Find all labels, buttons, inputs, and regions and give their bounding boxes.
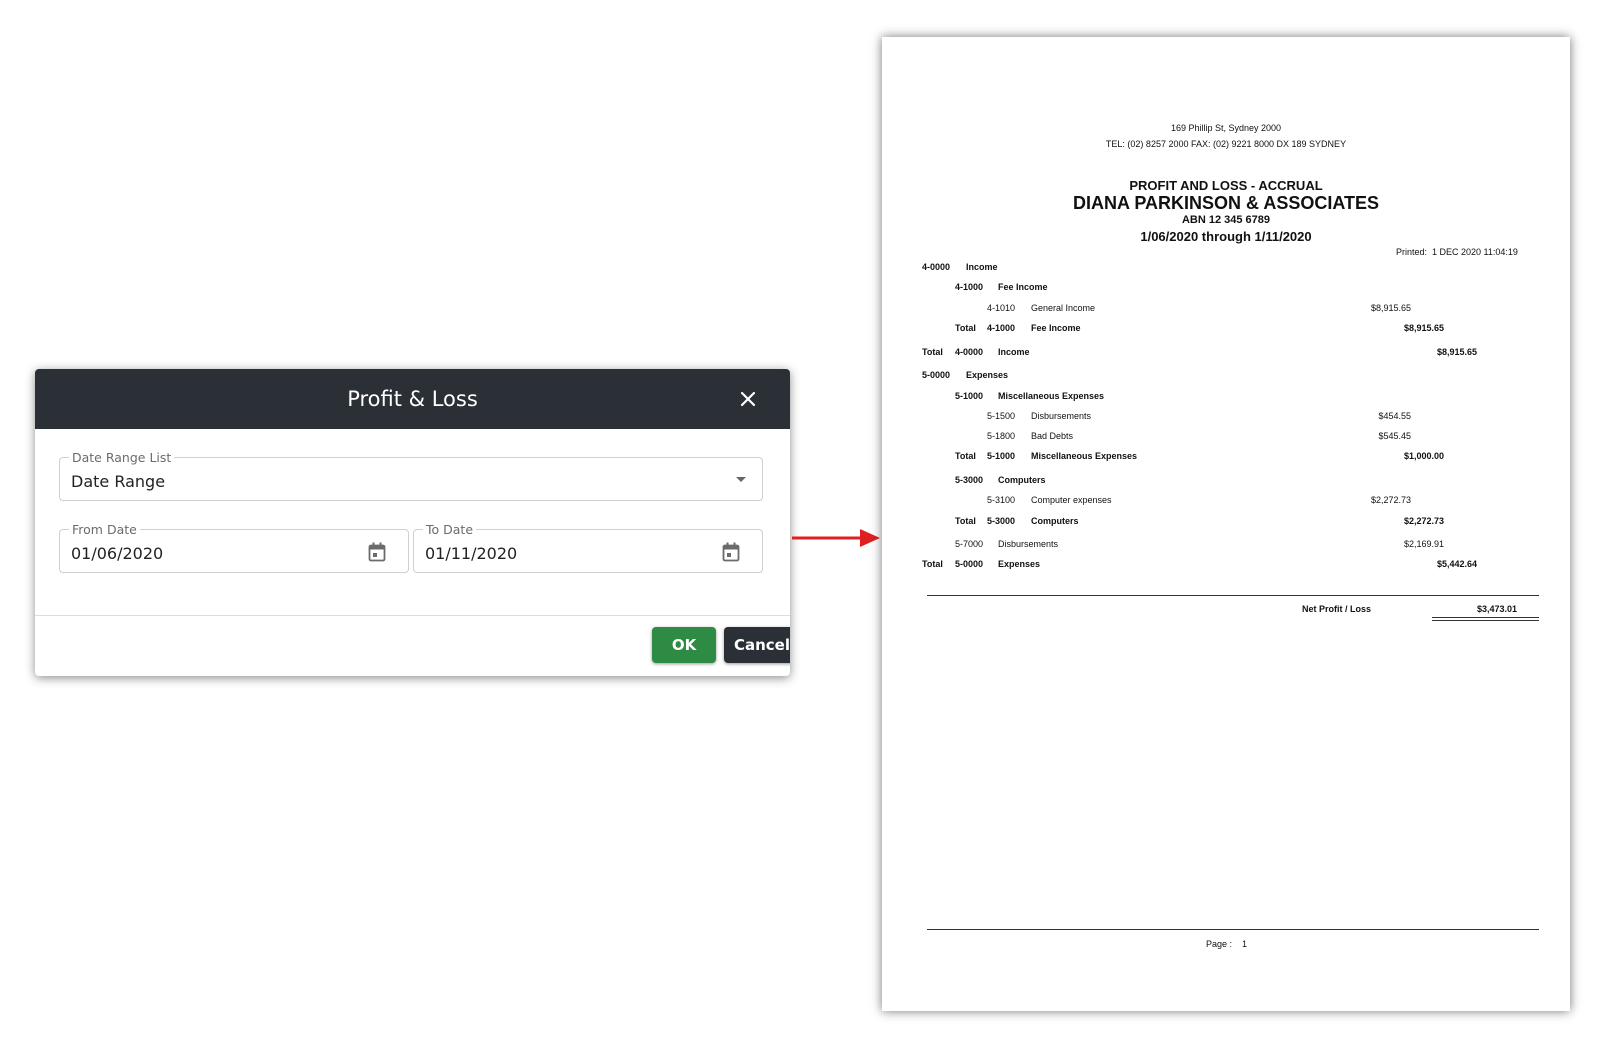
row-amount: $2,272.73 bbox=[1403, 516, 1444, 526]
row-account-code: 4-0000 bbox=[955, 347, 984, 357]
row-amount: $2,272.73 bbox=[1370, 495, 1411, 505]
company-name: DIANA PARKINSON & ASSOCIATES bbox=[1072, 193, 1380, 213]
row-amount: $8,915.65 bbox=[1436, 347, 1477, 357]
row-account-name: Computer expenses bbox=[1031, 495, 1112, 505]
company-abn: ABN 12 345 6789 bbox=[1181, 214, 1271, 226]
row-account-name: Income bbox=[966, 262, 998, 272]
to-date-field[interactable]: To Date 01/11/2020 bbox=[413, 522, 763, 573]
row-account-code: 5-0000 bbox=[955, 559, 984, 569]
row-amount: $2,169.91 bbox=[1403, 539, 1444, 549]
net-profit-value: $3,473.01 bbox=[1476, 604, 1517, 614]
date-range-list-select[interactable]: Date Range List Date Range bbox=[59, 450, 763, 501]
report-address: 169 Phillip St, Sydney 2000 bbox=[1170, 123, 1282, 133]
report-period: 1/06/2020 through 1/11/2020 bbox=[1140, 229, 1312, 244]
row-amount: $454.55 bbox=[1378, 411, 1411, 421]
dialog-divider bbox=[35, 615, 790, 616]
to-date-label: To Date bbox=[423, 522, 477, 537]
row-account-code: 5-3100 bbox=[987, 495, 1016, 505]
row-account-code: 4-1000 bbox=[955, 282, 984, 292]
row-amount: $5,442.64 bbox=[1436, 559, 1477, 569]
row-amount: $1,000.00 bbox=[1403, 451, 1444, 461]
double-underline-bottom bbox=[1432, 620, 1539, 621]
row-account-name: Fee Income bbox=[1031, 323, 1081, 333]
row-amount: $545.45 bbox=[1378, 431, 1411, 441]
printed-label: Printed: bbox=[1396, 247, 1428, 257]
from-date-label: From Date bbox=[69, 522, 140, 537]
row-account-name: Computers bbox=[1031, 516, 1079, 526]
page-label: Page : bbox=[1206, 939, 1233, 949]
dialog-title: Profit & Loss bbox=[347, 387, 478, 411]
profit-loss-dialog: Profit & Loss Date Range List Date Range… bbox=[35, 369, 790, 676]
row-account-name: Computers bbox=[998, 475, 1046, 485]
from-date-value[interactable]: 01/06/2020 bbox=[71, 544, 163, 563]
row-account-name: Expenses bbox=[966, 370, 1009, 380]
row-account-name: Disbursements bbox=[1031, 411, 1092, 421]
cancel-button[interactable]: Cancel bbox=[724, 627, 790, 663]
row-account-name: Disbursements bbox=[998, 539, 1059, 549]
row-account-code: 4-1000 bbox=[987, 323, 1016, 333]
row-total-label: Total bbox=[955, 516, 976, 526]
row-account-code: 5-1000 bbox=[955, 391, 984, 401]
report-page: 169 Phillip St, Sydney 2000 TEL: (02) 82… bbox=[882, 37, 1570, 1011]
row-account-code: 5-3000 bbox=[955, 475, 984, 485]
row-account-code: 5-3000 bbox=[987, 516, 1016, 526]
row-account-code: 5-0000 bbox=[922, 370, 951, 380]
page-number: 1 bbox=[1242, 939, 1248, 949]
row-account-name: Fee Income bbox=[998, 282, 1048, 292]
row-account-name: Expenses bbox=[998, 559, 1041, 569]
row-account-code: 5-7000 bbox=[955, 539, 984, 549]
caret-down-icon[interactable] bbox=[736, 477, 746, 482]
close-icon[interactable] bbox=[738, 389, 758, 409]
arrow-right-icon bbox=[792, 526, 882, 555]
row-account-code: 4-0000 bbox=[922, 262, 951, 272]
row-account-name: Income bbox=[998, 347, 1030, 357]
report-contact: TEL: (02) 8257 2000 FAX: (02) 9221 8000 … bbox=[1105, 139, 1347, 149]
row-account-code: 5-1500 bbox=[987, 411, 1016, 421]
row-amount: $8,915.65 bbox=[1370, 303, 1411, 313]
dialog-header: Profit & Loss bbox=[35, 369, 790, 429]
row-total-label: Total bbox=[922, 559, 943, 569]
date-range-list-label: Date Range List bbox=[69, 450, 175, 465]
row-account-name: Miscellaneous Expenses bbox=[998, 391, 1105, 401]
row-total-label: Total bbox=[955, 323, 976, 333]
from-date-field[interactable]: From Date 01/06/2020 bbox=[59, 522, 409, 573]
row-account-name: Bad Debts bbox=[1031, 431, 1074, 441]
printed-value: 1 DEC 2020 11:04:19 bbox=[1432, 247, 1518, 257]
row-total-label: Total bbox=[955, 451, 976, 461]
row-total-label: Total bbox=[922, 347, 943, 357]
date-range-list-value: Date Range bbox=[71, 472, 166, 491]
row-account-name: General Income bbox=[1031, 303, 1096, 313]
ok-button[interactable]: OK bbox=[652, 627, 716, 663]
footer-divider bbox=[927, 929, 1539, 930]
calendar-icon[interactable] bbox=[722, 542, 740, 562]
report-title: PROFIT AND LOSS - ACCRUAL bbox=[1129, 178, 1323, 193]
calendar-icon[interactable] bbox=[368, 542, 386, 562]
row-account-code: 4-1010 bbox=[987, 303, 1016, 313]
double-underline-top bbox=[1432, 617, 1539, 618]
net-divider bbox=[927, 595, 1539, 596]
row-amount: $8,915.65 bbox=[1403, 323, 1444, 333]
to-date-value[interactable]: 01/11/2020 bbox=[425, 544, 517, 563]
row-account-code: 5-1000 bbox=[987, 451, 1016, 461]
net-profit-label: Net Profit / Loss bbox=[1302, 604, 1372, 614]
row-account-name: Miscellaneous Expenses bbox=[1031, 451, 1138, 461]
row-account-code: 5-1800 bbox=[987, 431, 1016, 441]
